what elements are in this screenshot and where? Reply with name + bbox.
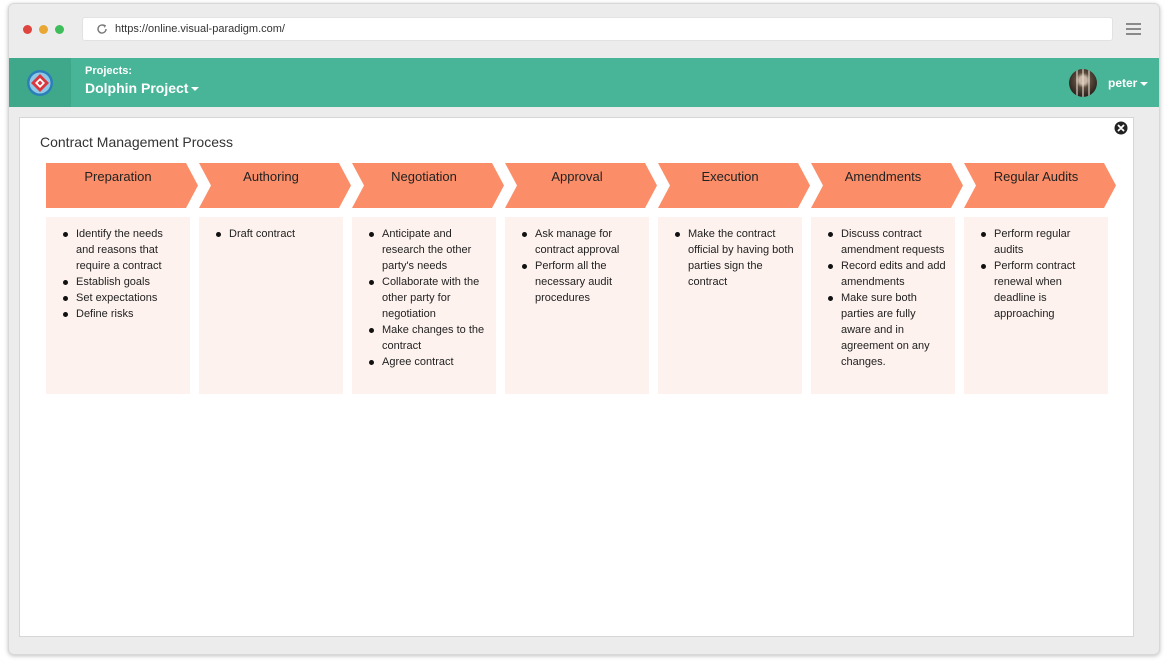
list-item: Identify the needs and reasons that requ… <box>62 226 182 274</box>
projects-label: Projects: <box>85 65 133 77</box>
caret-down-icon <box>191 87 200 92</box>
list-item: Anticipate and research the other party'… <box>368 226 488 274</box>
list-item: Ask manage for contract approval <box>521 226 641 258</box>
stage-bullet-list: Make the contract official by having bot… <box>658 217 802 290</box>
stage-label: Regular Audits <box>993 169 1079 184</box>
stage-arrow-authoring[interactable]: Authoring <box>199 163 351 208</box>
stage-label: Approval <box>551 169 603 184</box>
list-item: Perform contract renewal when deadline i… <box>980 258 1100 322</box>
stage-arrow-negotiation[interactable]: Negotiation <box>352 163 504 208</box>
window-minimize-dot[interactable] <box>39 25 48 34</box>
project-name: Dolphin Project <box>85 80 189 96</box>
stage-label: Authoring <box>243 169 299 184</box>
caret-down-icon <box>1140 81 1149 86</box>
stage-arrow-amendments[interactable]: Amendments <box>811 163 963 208</box>
user-name: peter <box>1108 76 1138 90</box>
visual-paradigm-logo-icon <box>27 70 53 96</box>
list-item: Make sure both parties are fully aware a… <box>827 290 947 370</box>
list-item: Agree contract <box>368 354 488 370</box>
user-menu[interactable]: peter <box>1108 76 1149 90</box>
project-selector[interactable]: Dolphin Project <box>85 80 200 96</box>
list-item: Perform regular audits <box>980 226 1100 258</box>
stage-details-box[interactable]: Ask manage for contract approval Perform … <box>505 217 649 394</box>
url-text: https://online.visual-paradigm.com/ <box>115 23 285 35</box>
stage-bullet-list: Perform regular audits Perform contract r… <box>964 217 1108 322</box>
window-maximize-dot[interactable] <box>55 25 64 34</box>
stage-label: Amendments <box>844 169 922 184</box>
stage-bullet-list: Draft contract <box>199 217 343 242</box>
list-item: Perform all the necessary audit procedur… <box>521 258 641 306</box>
address-bar[interactable]: https://online.visual-paradigm.com/ <box>82 17 1113 41</box>
list-item: Establish goals <box>62 274 182 290</box>
stage-arrow-preparation[interactable]: Preparation <box>46 163 198 208</box>
stage-bullet-list: Identify the needs and reasons that requ… <box>46 217 190 322</box>
stage-details-box[interactable]: Draft contract <box>199 217 343 394</box>
stage-details-box[interactable]: Anticipate and research the other party'… <box>352 217 496 394</box>
list-item: Define risks <box>62 306 182 322</box>
stage-details-box[interactable]: Make the contract official by having bot… <box>658 217 802 394</box>
stage-details-box[interactable]: Identify the needs and reasons that requ… <box>46 217 190 394</box>
list-item: Discuss contract amendment requests <box>827 226 947 258</box>
window-close-dot[interactable] <box>23 25 32 34</box>
stage-bullet-list: Ask manage for contract approval Perform … <box>505 217 649 306</box>
list-item: Collaborate with the other party for neg… <box>368 274 488 322</box>
stage-label: Negotiation <box>391 169 457 184</box>
browser-chrome: https://online.visual-paradigm.com/ <box>9 4 1159 58</box>
stage-arrow-execution[interactable]: Execution <box>658 163 810 208</box>
list-item: Record edits and add amendments <box>827 258 947 290</box>
list-item: Make the contract official by having bot… <box>674 226 794 290</box>
stage-details-box[interactable]: Perform regular audits Perform contract r… <box>964 217 1108 394</box>
stage-label: Execution <box>701 169 759 184</box>
stage-arrow-approval[interactable]: Approval <box>505 163 657 208</box>
hamburger-menu-icon[interactable] <box>1126 23 1141 35</box>
stage-details-box[interactable]: Discuss contract amendment requests Recor… <box>811 217 955 394</box>
logo-container[interactable] <box>9 58 71 107</box>
stage-label: Preparation <box>84 169 152 184</box>
stage-bullet-list: Anticipate and research the other party'… <box>352 217 496 370</box>
list-item: Draft contract <box>215 226 335 242</box>
stage-arrow-regular-audits[interactable]: Regular Audits <box>964 163 1116 208</box>
diagram-title: Contract Management Process <box>40 134 233 150</box>
close-icon[interactable] <box>1114 121 1128 135</box>
app-header: Projects: Dolphin Project peter <box>9 58 1159 107</box>
stage-bullet-list: Discuss contract amendment requests Recor… <box>811 217 955 370</box>
list-item: Make changes to the contract <box>368 322 488 354</box>
reload-icon[interactable] <box>96 23 108 35</box>
list-item: Set expectations <box>62 290 182 306</box>
user-avatar[interactable] <box>1069 69 1097 97</box>
